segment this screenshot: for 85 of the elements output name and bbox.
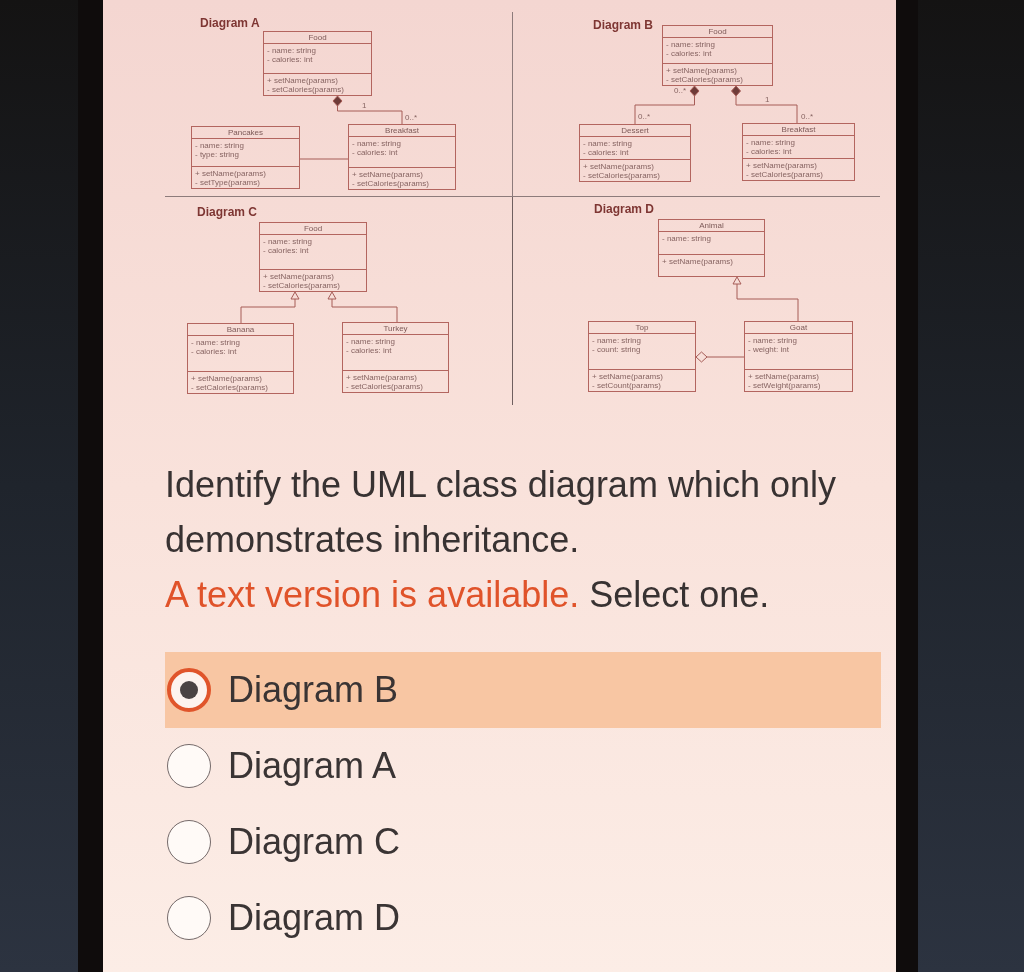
method-text: - setCalories(params)	[267, 85, 344, 94]
radio-button[interactable]	[167, 896, 211, 940]
composition-connector	[731, 85, 798, 124]
class-name: Dessert	[621, 126, 649, 135]
multiplicity-label: 0..*	[405, 113, 417, 122]
attribute-text: - name: string	[662, 234, 711, 243]
attribute-text: - name: string	[592, 336, 641, 345]
radio-button[interactable]	[167, 820, 211, 864]
method-text: + setName(params)	[748, 372, 819, 381]
class-name: Pancakes	[227, 128, 264, 137]
method-text: - setCalories(params)	[191, 383, 268, 392]
method-text: + setName(params)	[666, 66, 737, 75]
method-text: - setType(params)	[195, 178, 260, 187]
option-label[interactable]: Diagram D	[228, 896, 401, 940]
multiplicity-label: 0..*	[801, 112, 813, 121]
attribute-text: - weight: int	[748, 345, 789, 354]
attribute-text: - name: string	[748, 336, 797, 345]
attribute-text: - calories: int	[666, 49, 712, 58]
association-line	[299, 158, 349, 160]
class-name: Food	[308, 33, 327, 42]
method-text: + setName(params)	[746, 161, 817, 170]
method-text: + setName(params)	[263, 272, 334, 281]
radio-button[interactable]	[167, 668, 211, 712]
inheritance-arrow	[732, 276, 799, 322]
class-name: Breakfast	[385, 126, 419, 135]
class-name: Animal	[699, 221, 724, 230]
attribute-text: - name: string	[583, 139, 632, 148]
method-text: + setName(params)	[662, 257, 733, 266]
class-name: Banana	[226, 325, 255, 334]
aggregation-connector	[695, 351, 745, 363]
class-name: Goat	[789, 323, 808, 332]
class-name: Top	[635, 323, 649, 332]
composition-connector	[332, 95, 403, 125]
multiplicity-label: 1	[362, 101, 367, 110]
method-text: + setName(params)	[267, 76, 338, 85]
attribute-text: - count: string	[592, 345, 641, 354]
question-text: Identify the UML class diagram which only demonstrates inheritance. A text version is available. Select one.	[165, 463, 837, 617]
attribute-text: - type: string	[195, 150, 239, 159]
method-text: + setName(params)	[195, 169, 266, 178]
diagram-title: Diagram A	[200, 16, 260, 30]
attribute-text: - calories: int	[191, 347, 237, 356]
composition-connector	[634, 85, 700, 125]
attribute-text: - calories: int	[346, 346, 392, 355]
inheritance-arrow	[327, 291, 398, 323]
attribute-text: - name: string	[666, 40, 715, 49]
option-label[interactable]: Diagram C	[228, 820, 401, 864]
attribute-text: - name: string	[191, 338, 240, 347]
method-text: - setCalories(params)	[583, 171, 660, 180]
diagram-title: Diagram B	[593, 18, 654, 32]
multiplicity-label: 1	[765, 95, 770, 104]
method-text: - setCalories(params)	[352, 179, 429, 188]
diagram-title: Diagram D	[594, 202, 655, 216]
attribute-text: - name: string	[346, 337, 395, 346]
method-text: - setWeight(params)	[748, 381, 821, 390]
option-label[interactable]: Diagram A	[228, 744, 397, 788]
attribute-text: - calories: int	[746, 147, 792, 156]
inheritance-arrow	[240, 291, 300, 324]
method-text: - setCalories(params)	[746, 170, 823, 179]
attribute-text: - name: string	[267, 46, 316, 55]
radio-button[interactable]	[167, 744, 211, 788]
method-text: - setCount(params)	[592, 381, 661, 390]
method-text: + setName(params)	[352, 170, 423, 179]
attribute-text: - calories: int	[263, 246, 309, 255]
method-text: + setName(params)	[583, 162, 654, 171]
method-text: - setCalories(params)	[346, 382, 423, 391]
attribute-text: - calories: int	[583, 148, 629, 157]
attribute-text: - name: string	[352, 139, 401, 148]
attribute-text: - name: string	[263, 237, 312, 246]
diagram-title: Diagram C	[197, 205, 258, 219]
multiplicity-label: 0..*	[638, 112, 650, 121]
class-name: Food	[708, 27, 727, 36]
attribute-text: - name: string	[746, 138, 795, 147]
option-label[interactable]: Diagram B	[228, 668, 399, 712]
attribute-text: - calories: int	[267, 55, 313, 64]
method-text: - setCalories(params)	[666, 75, 743, 84]
method-text: + setName(params)	[346, 373, 417, 382]
method-text: - setCalories(params)	[263, 281, 340, 290]
class-name: Turkey	[383, 324, 408, 333]
method-text: + setName(params)	[191, 374, 262, 383]
method-text: + setName(params)	[592, 372, 663, 381]
attribute-text: - name: string	[195, 141, 244, 150]
multiplicity-label: 0..*	[674, 86, 686, 95]
class-name: Food	[303, 224, 323, 233]
attribute-text: - calories: int	[352, 148, 398, 157]
class-name: Breakfast	[781, 125, 816, 134]
